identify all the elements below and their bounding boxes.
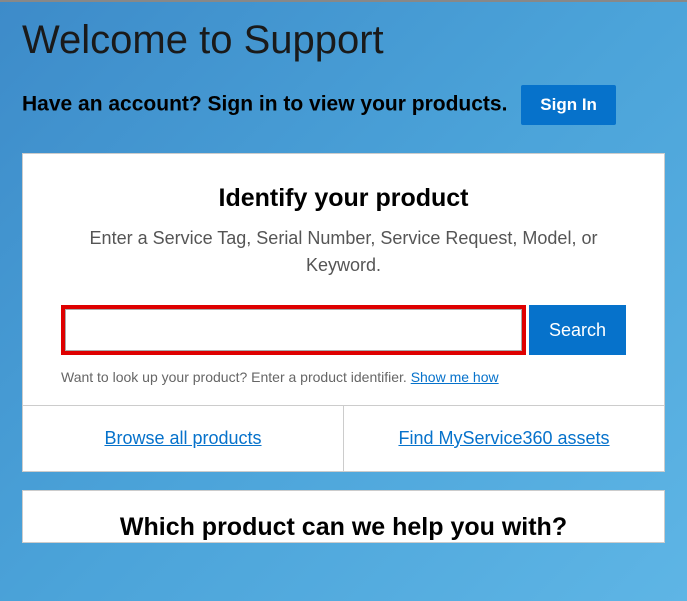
search-row: Search bbox=[61, 305, 626, 355]
signin-prompt-text: Have an account? Sign in to view your pr… bbox=[22, 93, 507, 116]
browse-cell: Browse all products bbox=[23, 406, 344, 471]
help-title: Which product can we help you with? bbox=[53, 513, 634, 542]
find-assets-cell: Find MyService360 assets bbox=[344, 406, 664, 471]
show-me-how-link[interactable]: Show me how bbox=[411, 369, 499, 385]
identify-card: Identify your product Enter a Service Ta… bbox=[22, 153, 665, 472]
lookup-help-text: Want to look up your product? Enter a pr… bbox=[61, 369, 411, 385]
welcome-title: Welcome to Support bbox=[22, 18, 665, 63]
browse-all-products-link[interactable]: Browse all products bbox=[104, 428, 261, 448]
identify-description: Enter a Service Tag, Serial Number, Serv… bbox=[61, 225, 626, 279]
search-input[interactable] bbox=[65, 309, 522, 351]
find-myservice360-link[interactable]: Find MyService360 assets bbox=[398, 428, 609, 448]
search-button[interactable]: Search bbox=[529, 305, 626, 355]
search-input-highlight bbox=[61, 305, 526, 355]
signin-prompt: Have an account? Sign in to view your pr… bbox=[22, 85, 665, 125]
help-card: Which product can we help you with? bbox=[22, 490, 665, 543]
identify-title: Identify your product bbox=[61, 184, 626, 213]
signin-button[interactable]: Sign In bbox=[521, 85, 616, 125]
lookup-help: Want to look up your product? Enter a pr… bbox=[61, 369, 626, 385]
bottom-links: Browse all products Find MyService360 as… bbox=[23, 405, 664, 471]
